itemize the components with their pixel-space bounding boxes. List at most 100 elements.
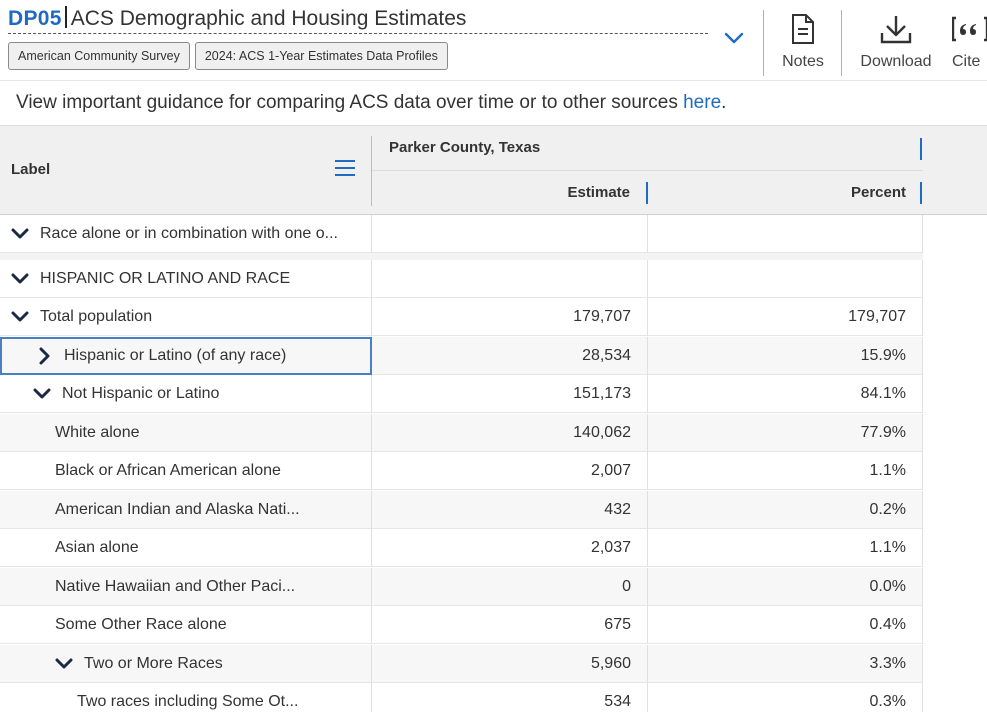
table-row[interactable]: HISPANIC OR LATINO AND RACE xyxy=(0,260,923,298)
label-column-header: Label xyxy=(11,161,51,178)
label-cell[interactable]: American Indian and Alaska Nati... xyxy=(0,491,372,529)
estimate-value: 5,960 xyxy=(590,654,631,672)
download-button[interactable]: Download xyxy=(852,12,940,71)
label-cell[interactable]: Two races including Some Ot... xyxy=(0,683,372,712)
table-row[interactable]: Race alone or in combination with one o.… xyxy=(0,215,923,253)
chevron-down-icon[interactable] xyxy=(55,655,73,673)
row-label: Race alone or in combination with one o.… xyxy=(40,224,338,242)
percent-value: 84.1% xyxy=(860,384,906,402)
percent-cell xyxy=(648,215,923,253)
estimate-value: 432 xyxy=(604,500,631,518)
estimate-cell: 675 xyxy=(372,606,648,644)
guidance-link[interactable]: here xyxy=(683,92,721,113)
product-badge[interactable]: 2024: ACS 1-Year Estimates Data Profiles xyxy=(194,42,448,70)
group-separator xyxy=(0,253,923,260)
table-row[interactable]: American Indian and Alaska Nati... 432 0.2… xyxy=(0,491,923,529)
row-label: Two or More Races xyxy=(84,654,223,672)
table-row[interactable]: White alone 140,062 77.9% xyxy=(0,414,923,452)
estimate-cell: 432 xyxy=(372,491,648,529)
estimate-cell: 151,173 xyxy=(372,375,648,413)
table-row[interactable]: Native Hawaiian and Other Paci... 0 0.0% xyxy=(0,568,923,606)
chevron-right-icon[interactable] xyxy=(35,347,53,365)
estimate-value: 28,534 xyxy=(582,346,631,364)
table-column-header: Label Parker County, Texas Estimate Perc… xyxy=(0,125,987,215)
estimate-cell: 2,037 xyxy=(372,529,648,567)
label-cell[interactable]: White alone xyxy=(0,414,372,452)
table-row[interactable]: Black or African American alone 2,007 1.1% xyxy=(0,452,923,490)
row-label: Total population xyxy=(40,307,153,325)
toolbar-divider xyxy=(763,10,764,76)
estimate-cell: 534 xyxy=(372,683,648,712)
table-row[interactable]: Some Other Race alone 675 0.4% xyxy=(0,606,923,644)
percent-value: 0.4% xyxy=(869,615,906,633)
notes-button[interactable]: Notes xyxy=(772,12,834,71)
hamburger-menu-icon[interactable] xyxy=(334,159,356,177)
label-cell[interactable]: Some Other Race alone xyxy=(0,606,372,644)
estimate-value: 2,007 xyxy=(590,461,631,479)
chevron-down-icon[interactable] xyxy=(723,27,745,49)
cite-label: Cite xyxy=(952,53,981,70)
estimate-cell: 2,007 xyxy=(372,452,648,490)
percent-cell: 179,707 xyxy=(648,298,923,336)
percent-value: 0.0% xyxy=(869,577,906,595)
chevron-down-icon[interactable] xyxy=(11,225,29,243)
column-resize-handle[interactable] xyxy=(920,182,922,204)
guidance-message: View important guidance for comparing AC… xyxy=(16,92,726,114)
percent-cell: 84.1% xyxy=(648,375,923,413)
chevron-down-icon[interactable] xyxy=(11,270,29,288)
row-label: Native Hawaiian and Other Paci... xyxy=(55,577,296,595)
percent-value: 15.9% xyxy=(860,346,906,364)
guidance-period: . xyxy=(721,92,727,113)
percent-cell: 0.0% xyxy=(648,568,923,606)
table-title[interactable]: DP05 ACS Demographic and Housing Estimate… xyxy=(8,6,708,34)
percent-cell: 1.1% xyxy=(648,529,923,567)
column-resize-handle[interactable] xyxy=(920,138,922,160)
table-row[interactable]: Hispanic or Latino (of any race) 28,534 15… xyxy=(0,337,923,375)
label-cell[interactable]: Asian alone xyxy=(0,529,372,567)
guidance-text: View important guidance for comparing AC… xyxy=(16,92,684,113)
label-cell[interactable]: Race alone or in combination with one o.… xyxy=(0,215,372,253)
table-row[interactable]: Total population 179,707 179,707 xyxy=(0,298,923,336)
cite-button[interactable]: Cite xyxy=(952,12,987,71)
row-label: White alone xyxy=(55,423,140,441)
row-label: Black or African American alone xyxy=(55,461,281,479)
table-row[interactable]: Not Hispanic or Latino 151,173 84.1% xyxy=(0,375,923,413)
percent-column-header[interactable]: Percent xyxy=(648,184,906,201)
table-header-bar: DP05 ACS Demographic and Housing Estimate… xyxy=(0,0,987,81)
toolbar-divider xyxy=(841,10,842,76)
percent-cell: 0.3% xyxy=(648,683,923,712)
row-label: Not Hispanic or Latino xyxy=(62,384,220,402)
table-row[interactable]: Asian alone 2,037 1.1% xyxy=(0,529,923,567)
label-cell[interactable]: Hispanic or Latino (of any race) xyxy=(0,337,372,375)
table-row[interactable]: Two or More Races 5,960 3.3% xyxy=(0,645,923,683)
percent-cell: 0.2% xyxy=(648,491,923,529)
estimate-cell: 140,062 xyxy=(372,414,648,452)
title-separator xyxy=(64,6,67,28)
row-label: Asian alone xyxy=(55,538,139,556)
label-cell[interactable]: HISPANIC OR LATINO AND RACE xyxy=(0,260,372,298)
survey-badge[interactable]: American Community Survey xyxy=(8,42,190,70)
estimate-column-header[interactable]: Estimate xyxy=(372,184,630,201)
percent-value: 1.1% xyxy=(869,461,906,479)
percent-cell xyxy=(648,260,923,298)
label-cell[interactable]: Two or More Races xyxy=(0,645,372,683)
dataset-badges: American Community Survey 2024: ACS 1-Ye… xyxy=(8,42,448,70)
percent-cell: 77.9% xyxy=(648,414,923,452)
percent-cell: 3.3% xyxy=(648,645,923,683)
label-cell[interactable]: Not Hispanic or Latino xyxy=(0,375,372,413)
row-label: Hispanic or Latino (of any race) xyxy=(64,347,287,364)
geography-header: Parker County, Texas xyxy=(389,139,541,156)
chevron-down-icon[interactable] xyxy=(33,385,51,403)
percent-value: 77.9% xyxy=(860,423,906,441)
notes-label: Notes xyxy=(782,53,824,70)
notes-icon xyxy=(792,14,814,44)
estimate-value: 534 xyxy=(604,692,631,710)
chevron-down-icon[interactable] xyxy=(11,308,29,326)
label-cell[interactable]: Total population xyxy=(0,298,372,336)
label-cell[interactable]: Native Hawaiian and Other Paci... xyxy=(0,568,372,606)
table-row[interactable]: Two races including Some Ot... 534 0.3% xyxy=(0,683,923,712)
estimate-cell xyxy=(372,215,648,253)
estimate-value: 179,707 xyxy=(573,307,631,325)
quote-icon xyxy=(952,16,987,42)
label-cell[interactable]: Black or African American alone xyxy=(0,452,372,490)
